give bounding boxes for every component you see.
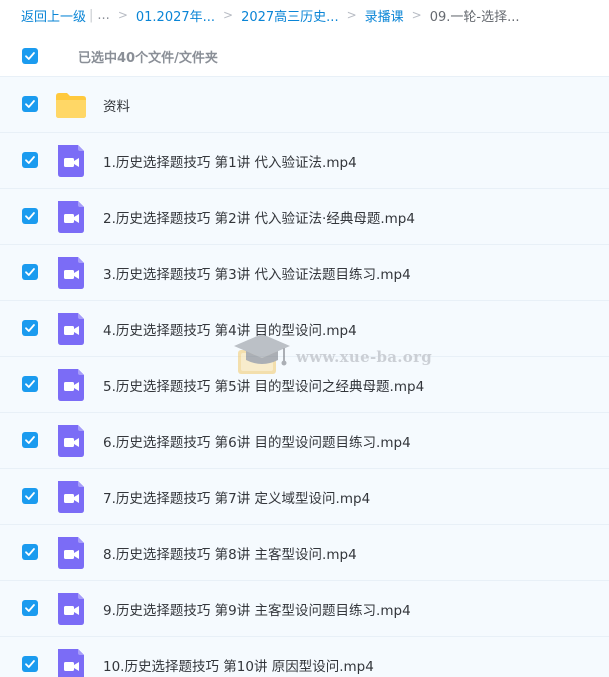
row-checkbox[interactable] xyxy=(22,264,38,280)
video-file-icon xyxy=(55,649,87,677)
file-name: 2.历史选择题技巧 第2讲 代入验证法·经典母题.mp4 xyxy=(103,210,415,227)
checkmark-icon xyxy=(25,156,35,164)
file-name: 4.历史选择题技巧 第4讲 目的型设问.mp4 xyxy=(103,322,357,339)
file-name: 1.历史选择题技巧 第1讲 代入验证法.mp4 xyxy=(103,154,357,171)
video-file-icon xyxy=(55,593,87,625)
chevron-right-icon: > xyxy=(223,8,234,22)
row-checkbox[interactable] xyxy=(22,544,38,560)
checkmark-icon xyxy=(25,492,35,500)
file-name: 7.历史选择题技巧 第7讲 定义域型设问.mp4 xyxy=(103,490,371,507)
selection-bar: 已选中40个文件/文件夹 xyxy=(0,36,609,76)
checkmark-icon xyxy=(25,212,35,220)
checkmark-icon xyxy=(25,268,35,276)
breadcrumb: 返回上一级 | ... > 01.2027年... > 2027高三历史... … xyxy=(0,0,609,30)
file-name: 8.历史选择题技巧 第8讲 主客型设问.mp4 xyxy=(103,546,357,563)
row-checkbox[interactable] xyxy=(22,600,38,616)
file-row[interactable]: 8.历史选择题技巧 第8讲 主客型设问.mp4 xyxy=(0,524,609,580)
row-checkbox[interactable] xyxy=(22,320,38,336)
file-row[interactable]: 3.历史选择题技巧 第3讲 代入验证法题目练习.mp4 xyxy=(0,244,609,300)
selection-summary: 已选中40个文件/文件夹 xyxy=(78,50,218,66)
video-file-icon xyxy=(55,201,87,233)
row-checkbox[interactable] xyxy=(22,152,38,168)
checkmark-icon xyxy=(25,436,35,444)
file-row[interactable]: 2.历史选择题技巧 第2讲 代入验证法·经典母题.mp4 xyxy=(0,188,609,244)
file-row[interactable]: 10.历史选择题技巧 第10讲 原因型设问.mp4 xyxy=(0,636,609,677)
file-row[interactable]: 1.历史选择题技巧 第1讲 代入验证法.mp4 xyxy=(0,132,609,188)
checkmark-icon xyxy=(25,548,35,556)
breadcrumb-item-recorded[interactable]: 录播课 xyxy=(365,6,404,25)
checkmark-icon xyxy=(25,52,35,60)
checkmark-icon xyxy=(25,380,35,388)
file-list: 资料 1.历史选择题技巧 第1讲 代入验证法.mp4 2.历史选择题技巧 第2讲 代… xyxy=(0,76,609,677)
file-row[interactable]: 7.历史选择题技巧 第7讲 定义域型设问.mp4 xyxy=(0,468,609,524)
file-row[interactable]: 4.历史选择题技巧 第4讲 目的型设问.mp4 xyxy=(0,300,609,356)
chevron-right-icon: > xyxy=(346,8,357,22)
checkmark-icon xyxy=(25,604,35,612)
row-checkbox[interactable] xyxy=(22,656,38,672)
chevron-right-icon: > xyxy=(117,8,128,22)
row-checkbox[interactable] xyxy=(22,376,38,392)
row-checkbox[interactable] xyxy=(22,96,38,112)
checkmark-icon xyxy=(25,324,35,332)
video-file-icon xyxy=(55,537,87,569)
folder-row[interactable]: 资料 xyxy=(0,76,609,132)
video-file-icon xyxy=(55,313,87,345)
checkmark-icon xyxy=(25,100,35,108)
breadcrumb-item-history[interactable]: 2027高三历史... xyxy=(241,6,338,25)
file-name: 6.历史选择题技巧 第6讲 目的型设问题目练习.mp4 xyxy=(103,434,411,451)
folder-icon xyxy=(55,89,87,121)
file-name: 9.历史选择题技巧 第9讲 主客型设问题目练习.mp4 xyxy=(103,602,411,619)
file-row[interactable]: 5.历史选择题技巧 第5讲 目的型设问之经典母题.mp4 xyxy=(0,356,609,412)
row-checkbox[interactable] xyxy=(22,208,38,224)
breadcrumb-ellipsis[interactable]: ... xyxy=(97,8,109,23)
file-row[interactable]: 9.历史选择题技巧 第9讲 主客型设问题目练习.mp4 xyxy=(0,580,609,636)
breadcrumb-current: 09.一轮-选择... xyxy=(429,9,520,25)
video-file-icon xyxy=(55,425,87,457)
row-checkbox[interactable] xyxy=(22,432,38,448)
checkmark-icon xyxy=(25,660,35,668)
back-link[interactable]: 返回上一级 xyxy=(21,6,86,25)
breadcrumb-item-2027[interactable]: 01.2027年... xyxy=(136,6,215,25)
file-browser: 返回上一级 | ... > 01.2027年... > 2027高三历史... … xyxy=(0,0,609,677)
file-name: 10.历史选择题技巧 第10讲 原因型设问.mp4 xyxy=(103,658,374,675)
breadcrumb-divider: | xyxy=(89,7,94,23)
row-checkbox[interactable] xyxy=(22,488,38,504)
file-row[interactable]: 6.历史选择题技巧 第6讲 目的型设问题目练习.mp4 xyxy=(0,412,609,468)
chevron-right-icon: > xyxy=(411,8,422,22)
video-file-icon xyxy=(55,481,87,513)
video-file-icon xyxy=(55,257,87,289)
file-name: 5.历史选择题技巧 第5讲 目的型设问之经典母题.mp4 xyxy=(103,378,425,395)
select-all-checkbox[interactable] xyxy=(22,48,38,64)
video-file-icon xyxy=(55,369,87,401)
file-name: 资料 xyxy=(103,98,130,115)
video-file-icon xyxy=(55,145,87,177)
file-name: 3.历史选择题技巧 第3讲 代入验证法题目练习.mp4 xyxy=(103,266,411,283)
